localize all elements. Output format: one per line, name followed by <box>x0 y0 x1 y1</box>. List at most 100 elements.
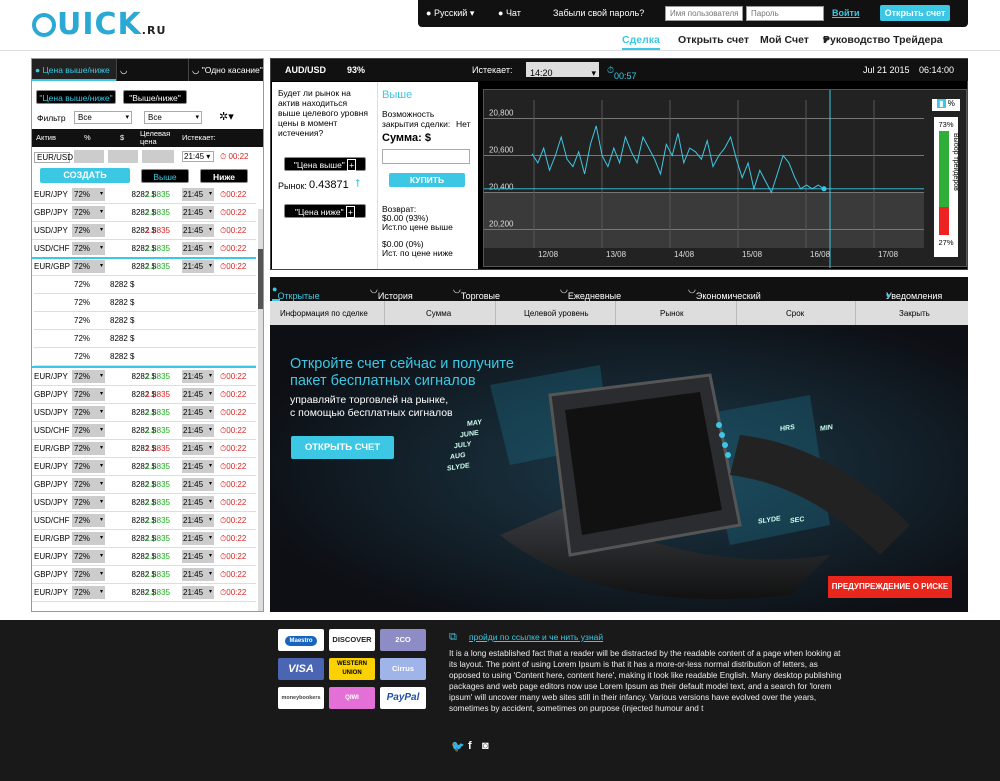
expanded-row[interactable]: 72% 8282 $ <box>34 348 256 366</box>
row-time-select[interactable]: 21:45 <box>182 496 214 509</box>
table-row[interactable]: EUR/JPY72%8282 $1.383521:45⏱ 00:22 <box>32 368 256 386</box>
buy-button[interactable]: КУПИТЬ <box>389 173 465 187</box>
nav-trader-guide[interactable]: Руководство Трейдера ▾ <box>823 34 943 46</box>
risk-warning-button[interactable]: ПРЕДУПРЕЖДЕНИЕ О РИСКЕ <box>828 576 952 598</box>
row-time-select[interactable]: 21:45 <box>182 388 214 401</box>
row-time-select[interactable]: 21:45 <box>182 370 214 383</box>
tab-higher-lower[interactable]: ● Цена выше/ниже <box>32 59 116 81</box>
tab-economic-calendar[interactable]: ◡ Экономический календарь <box>688 284 761 311</box>
row-percent-select[interactable]: 72% <box>72 478 105 491</box>
row-percent-select[interactable]: 72% <box>72 224 105 237</box>
sum-input[interactable] <box>382 149 470 164</box>
nav-my-account[interactable]: Мой Счет <box>760 34 809 46</box>
table-row[interactable]: GBP/JPY72%8282 $1.383521:45⏱ 00:22 <box>32 204 256 222</box>
table-row[interactable]: EUR/GBP72%8282 $1.383521:45⏱ 00:22 <box>32 258 256 276</box>
row-percent-select[interactable]: 72% <box>72 406 105 419</box>
table-row[interactable]: USD/CHF72%8282 $1.383521:45⏱ 00:22 <box>32 512 256 530</box>
settings-gear-icon[interactable]: ✲▾ <box>219 110 234 123</box>
row-time-select[interactable]: 21:45 <box>182 478 214 491</box>
new-percent-field[interactable] <box>74 150 104 163</box>
facebook-icon[interactable]: f <box>468 740 472 752</box>
filter-select-1[interactable]: Все <box>74 111 132 124</box>
table-row[interactable]: GBP/JPY72%8282 $1.383521:45⏱ 00:22 <box>32 386 256 404</box>
table-row[interactable]: USD/JPY72%8282 $1.383521:45⏱ 00:22 <box>32 494 256 512</box>
row-percent-select[interactable]: 72% <box>72 388 105 401</box>
new-time-select[interactable]: 21:45 ▾ <box>182 151 214 162</box>
expanded-row[interactable]: 72% 8282 $ <box>34 312 256 330</box>
row-time-select[interactable]: 21:45 <box>182 532 214 545</box>
row-time-select[interactable]: 21:45 <box>182 260 214 273</box>
banner-open-account-button[interactable]: ОТКРЫТЬ СЧЕТ <box>291 436 394 459</box>
row-percent-select[interactable]: 72% <box>72 260 105 273</box>
table-row[interactable]: GBP/JPY72%8282 $1.383521:45⏱ 00:22 <box>32 476 256 494</box>
table-row[interactable]: EUR/GBP72%8282 $1.383521:45⏱ 00:22 <box>32 440 256 458</box>
new-asset-field[interactable]: EUR/USD <box>34 152 73 163</box>
tab-one-touch[interactable]: ◡ "Одно касание" <box>188 59 263 81</box>
expires-select[interactable]: 14:20 ▾ <box>526 62 599 78</box>
row-time-select[interactable]: 21:45 <box>182 586 214 599</box>
row-percent-select[interactable]: 72% <box>72 370 105 383</box>
row-time-select[interactable]: 21:45 <box>182 242 214 255</box>
row-percent-select[interactable]: 72% <box>72 586 105 599</box>
row-percent-select[interactable]: 72% <box>72 532 105 545</box>
table-row[interactable]: EUR/GBP72%8282 $1.383521:45⏱ 00:22 <box>32 530 256 548</box>
table-row[interactable]: GBP/JPY72%8282 $1.383521:45⏱ 00:22 <box>32 566 256 584</box>
row-time-select[interactable]: 21:45 <box>182 406 214 419</box>
expanded-row[interactable]: 72% 8282 $ <box>34 294 256 312</box>
footer-link[interactable]: пройди по ссылке и че нить узнай <box>469 632 603 642</box>
scrollbar-thumb[interactable] <box>258 249 263 309</box>
table-row[interactable]: USD/CHF72%8282 $1.383521:45⏱ 00:22 <box>32 422 256 440</box>
row-percent-select[interactable]: 72% <box>72 568 105 581</box>
table-row[interactable]: EUR/JPY72%8282 $1.383521:45⏱ 00:22 <box>32 458 256 476</box>
language-selector[interactable]: ● Русский ▾ <box>426 8 474 19</box>
password-field[interactable] <box>746 6 824 21</box>
row-time-select[interactable]: 21:45 <box>182 568 214 581</box>
row-time-select[interactable]: 21:45 <box>182 224 214 237</box>
open-account-button[interactable]: Открыть счет <box>880 5 950 21</box>
logo[interactable]: UICK.RU <box>32 7 166 42</box>
pill-above-below[interactable]: "Выше/ниже" <box>123 90 187 104</box>
tab-trade-history[interactable]: ◡ История сделок <box>370 284 413 311</box>
filter-select-2[interactable]: Все <box>144 111 202 124</box>
row-time-select[interactable]: 21:45 <box>182 514 214 527</box>
row-time-select[interactable]: 21:45 <box>182 442 214 455</box>
create-button[interactable]: СОЗДАТЬ <box>40 168 130 183</box>
login-link[interactable]: Войти <box>832 8 859 18</box>
row-percent-select[interactable]: 72% <box>72 206 105 219</box>
tab-trade-alerts[interactable]: ◡ Торговые оповещения <box>453 284 513 311</box>
table-row[interactable]: EUR/JPY72%8282 $1.383521:45⏱ 00:22 <box>32 186 256 204</box>
chat-link[interactable]: ● Чат <box>498 8 521 18</box>
nav-open-account[interactable]: Открыть счет <box>678 34 749 46</box>
row-percent-select[interactable]: 72% <box>72 424 105 437</box>
lower-button[interactable]: Ниже <box>200 169 248 183</box>
table-row[interactable]: USD/CHF72%8282 $1.383521:45⏱ 00:22 <box>32 240 256 258</box>
tab-daily-reviews[interactable]: ◡ Ежедневные обзоры рынков <box>560 284 621 321</box>
row-percent-select[interactable]: 72% <box>72 550 105 563</box>
row-percent-select[interactable]: 72% <box>72 242 105 255</box>
tab-short-term[interactable]: ◡ Краткосрочные <box>116 59 188 97</box>
asset-list-scrollbar[interactable] <box>258 209 263 611</box>
btn-price-lower[interactable]: "Цена ниже" + <box>284 204 366 218</box>
pill-higher-lower[interactable]: "Цена выше/ниже" <box>36 90 116 104</box>
tab-open-trades[interactable]: ● Открытые сделки (0) <box>272 277 320 349</box>
external-link-icon[interactable]: ⧉ <box>449 631 457 644</box>
higher-button[interactable]: Выше <box>141 169 189 183</box>
row-time-select[interactable]: 21:45 <box>182 550 214 563</box>
row-percent-select[interactable]: 72% <box>72 460 105 473</box>
row-percent-select[interactable]: 72% <box>72 188 105 201</box>
expanded-row[interactable]: 72% 8282 $ <box>34 330 256 348</box>
row-time-select[interactable]: 21:45 <box>182 206 214 219</box>
chart-toggle[interactable]: ▮ % <box>932 99 960 111</box>
row-time-select[interactable]: 21:45 <box>182 460 214 473</box>
forgot-password-link[interactable]: Забыли свой пароль? <box>553 8 644 18</box>
row-percent-select[interactable]: 72% <box>72 442 105 455</box>
nav-trade[interactable]: Сделка <box>622 34 660 50</box>
username-field[interactable] <box>665 6 743 21</box>
new-target-field[interactable] <box>142 150 174 163</box>
twitter-icon[interactable]: 🐦 <box>451 740 465 753</box>
new-amount-field[interactable] <box>108 150 138 163</box>
row-time-select[interactable]: 21:45 <box>182 424 214 437</box>
row-percent-select[interactable]: 72% <box>72 514 105 527</box>
table-row[interactable]: USD/JPY72%8282 $1.383521:45⏱ 00:22 <box>32 222 256 240</box>
instagram-icon[interactable]: ◙ <box>482 740 489 752</box>
